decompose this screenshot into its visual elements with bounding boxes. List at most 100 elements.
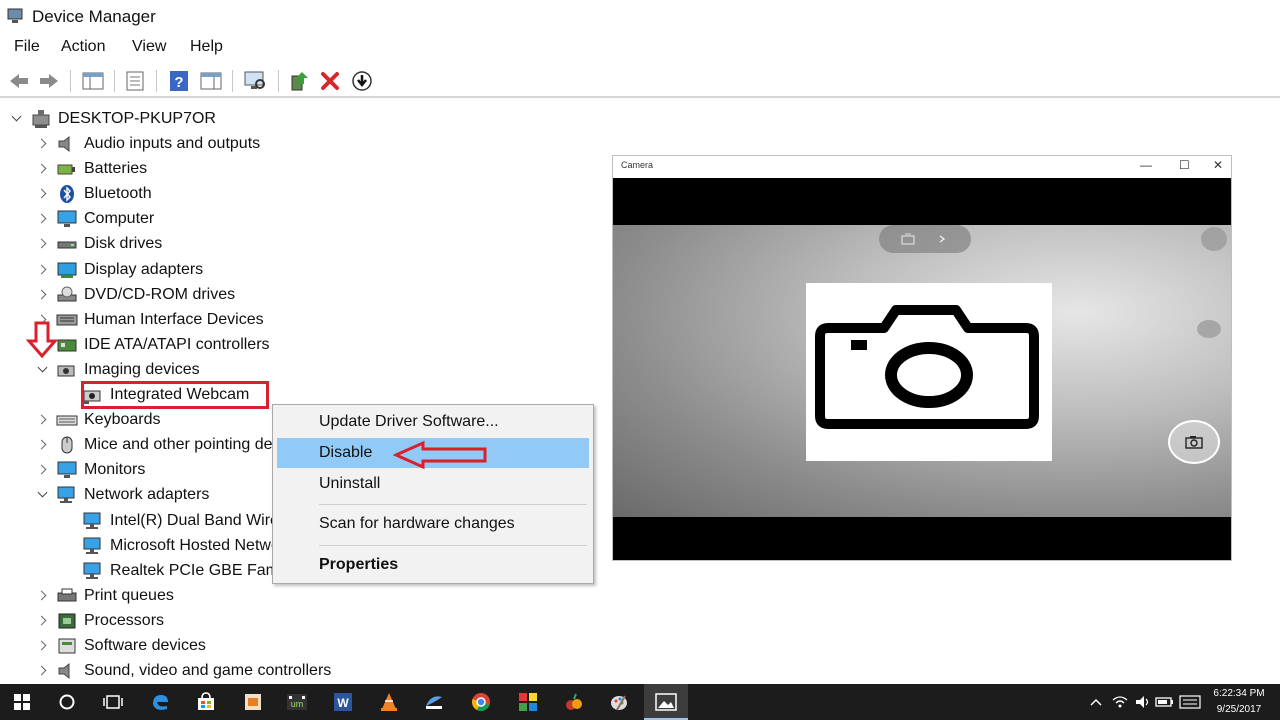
menu-properties[interactable]: Properties (277, 550, 589, 580)
task-view-icon[interactable] (101, 690, 125, 714)
settings-gear-icon[interactable] (1201, 227, 1227, 251)
tree-device-item[interactable]: Intel(R) Dual Band Wireless (62, 509, 307, 533)
store-bag-icon[interactable] (194, 690, 218, 714)
edge-browser-icon[interactable] (148, 690, 172, 714)
chevron-right-icon[interactable] (36, 212, 50, 226)
ide-controller-icon (56, 335, 78, 355)
menu-scan-hardware[interactable]: Scan for hardware changes (277, 509, 589, 539)
fruit-app-icon[interactable] (562, 690, 586, 714)
word-icon[interactable]: W (331, 690, 355, 714)
minimize-button[interactable]: — (1140, 158, 1152, 172)
tree-item-label: Network adapters (84, 486, 210, 504)
tree-category-item[interactable]: Sound, video and game controllers (36, 659, 331, 683)
software-device-icon (56, 636, 78, 656)
action-pane-icon[interactable] (198, 69, 224, 93)
tree-category-item[interactable]: Software devices (36, 634, 206, 658)
tree-category-item[interactable]: Network adapters (36, 483, 209, 507)
chevron-down-icon[interactable] (36, 363, 50, 377)
scan-hardware-icon[interactable] (242, 69, 268, 93)
chevron-right-icon[interactable] (36, 413, 50, 427)
tree-category-item[interactable]: Batteries (36, 157, 147, 181)
keyboard-icon (56, 410, 78, 430)
paint-app-icon[interactable] (607, 690, 631, 714)
tree-category-item[interactable]: IDE ATA/ATAPI controllers (36, 333, 270, 357)
tree-category-item[interactable]: Computer (36, 207, 154, 231)
tree-device-item[interactable]: Microsoft Hosted Network (62, 534, 293, 558)
disk-drive-icon (56, 234, 78, 254)
search-circle-icon[interactable] (55, 690, 79, 714)
menu-view[interactable]: View (132, 38, 166, 56)
chrome-icon[interactable] (469, 690, 493, 714)
close-button[interactable]: ✕ (1213, 158, 1223, 172)
studio-app-icon[interactable] (422, 690, 446, 714)
maximize-button[interactable]: ☐ (1179, 158, 1190, 172)
system-clock[interactable]: 6:22:34 PM 9/25/2017 (1207, 686, 1271, 718)
tree-category-item[interactable]: Keyboards (36, 408, 161, 432)
switch-camera-icon[interactable] (899, 231, 917, 247)
help-icon[interactable]: ? (166, 69, 192, 93)
windows-start-icon[interactable] (10, 690, 34, 714)
volume-icon[interactable] (1131, 690, 1155, 714)
chevron-right-icon[interactable] (36, 639, 50, 653)
tree-category-item[interactable]: Display adapters (36, 258, 203, 282)
vlc-cone-icon[interactable] (377, 690, 401, 714)
chevron-right-icon[interactable] (36, 288, 50, 302)
tree-category-item[interactable]: Print queues (36, 584, 174, 608)
tree-category-item[interactable]: Processors (36, 609, 164, 633)
camera-mode-toggle[interactable] (879, 225, 971, 253)
tree-category-item[interactable]: Mice and other pointing devices (36, 433, 309, 457)
chevron-right-icon[interactable] (36, 664, 50, 678)
chevron-right-icon[interactable] (937, 234, 947, 244)
tree-root[interactable]: DESKTOP-PKUP7OR (10, 107, 216, 131)
battery-status-icon[interactable] (1153, 690, 1177, 714)
chevron-right-icon[interactable] (36, 162, 50, 176)
chevron-right-icon[interactable] (36, 589, 50, 603)
tree-device-item[interactable]: Realtek PCIe GBE Family (62, 559, 294, 583)
take-photo-button[interactable] (1168, 420, 1220, 464)
tree-category-item[interactable]: Audio inputs and outputs (36, 132, 260, 156)
photos-app-icon[interactable] (654, 690, 678, 714)
chevron-right-icon[interactable] (36, 438, 50, 452)
show-hide-console-tree-icon[interactable] (80, 69, 106, 93)
chevron-right-icon[interactable] (36, 187, 50, 201)
keyboard-input-icon[interactable] (1178, 690, 1202, 714)
tree-item-label: Imaging devices (84, 360, 200, 378)
tiles-app-icon[interactable] (516, 690, 540, 714)
chevron-right-icon[interactable] (36, 237, 50, 251)
tree-item-label: Computer (84, 210, 155, 228)
properties-icon[interactable] (122, 69, 148, 93)
menu-file[interactable]: File (14, 38, 40, 56)
wifi-icon[interactable] (1108, 690, 1132, 714)
video-mode-icon[interactable] (1197, 320, 1221, 338)
forward-arrow-icon[interactable] (36, 69, 62, 93)
tree-category-item[interactable]: Imaging devices (36, 358, 200, 382)
menu-update-driver[interactable]: Update Driver Software... (277, 407, 589, 437)
tree-category-item[interactable]: Bluetooth (36, 182, 152, 206)
chevron-down-icon[interactable] (36, 488, 50, 502)
tree-category-item[interactable]: Human Interface Devices (36, 308, 264, 332)
tree-category-item[interactable]: DVD/CD-ROM drives (36, 283, 235, 307)
menu-uninstall[interactable]: Uninstall (277, 469, 589, 499)
update-driver-icon[interactable] (286, 69, 312, 93)
processor-icon (56, 611, 78, 631)
chevron-down-icon[interactable] (10, 112, 24, 126)
camera-window-title: Camera (621, 160, 654, 170)
toolbar: ? (0, 64, 1280, 98)
network-icon (56, 485, 78, 505)
chevron-right-icon[interactable] (36, 614, 50, 628)
film-editor-icon[interactable]: um (285, 690, 309, 714)
chevron-up-icon[interactable] (1084, 690, 1108, 714)
slideshow-app-icon[interactable] (241, 690, 265, 714)
tree-category-item[interactable]: Monitors (36, 458, 145, 482)
chevron-right-icon[interactable] (36, 137, 50, 151)
menu-action[interactable]: Action (61, 38, 105, 56)
chevron-right-icon[interactable] (36, 463, 50, 477)
enable-device-icon[interactable] (349, 69, 375, 93)
tree-item-label: Sound, video and game controllers (84, 662, 332, 680)
menu-help[interactable]: Help (190, 38, 223, 56)
back-arrow-icon[interactable] (6, 69, 32, 93)
chevron-right-icon[interactable] (36, 263, 50, 277)
tree-category-item[interactable]: Disk drives (36, 232, 162, 256)
uninstall-x-icon[interactable] (317, 69, 343, 93)
